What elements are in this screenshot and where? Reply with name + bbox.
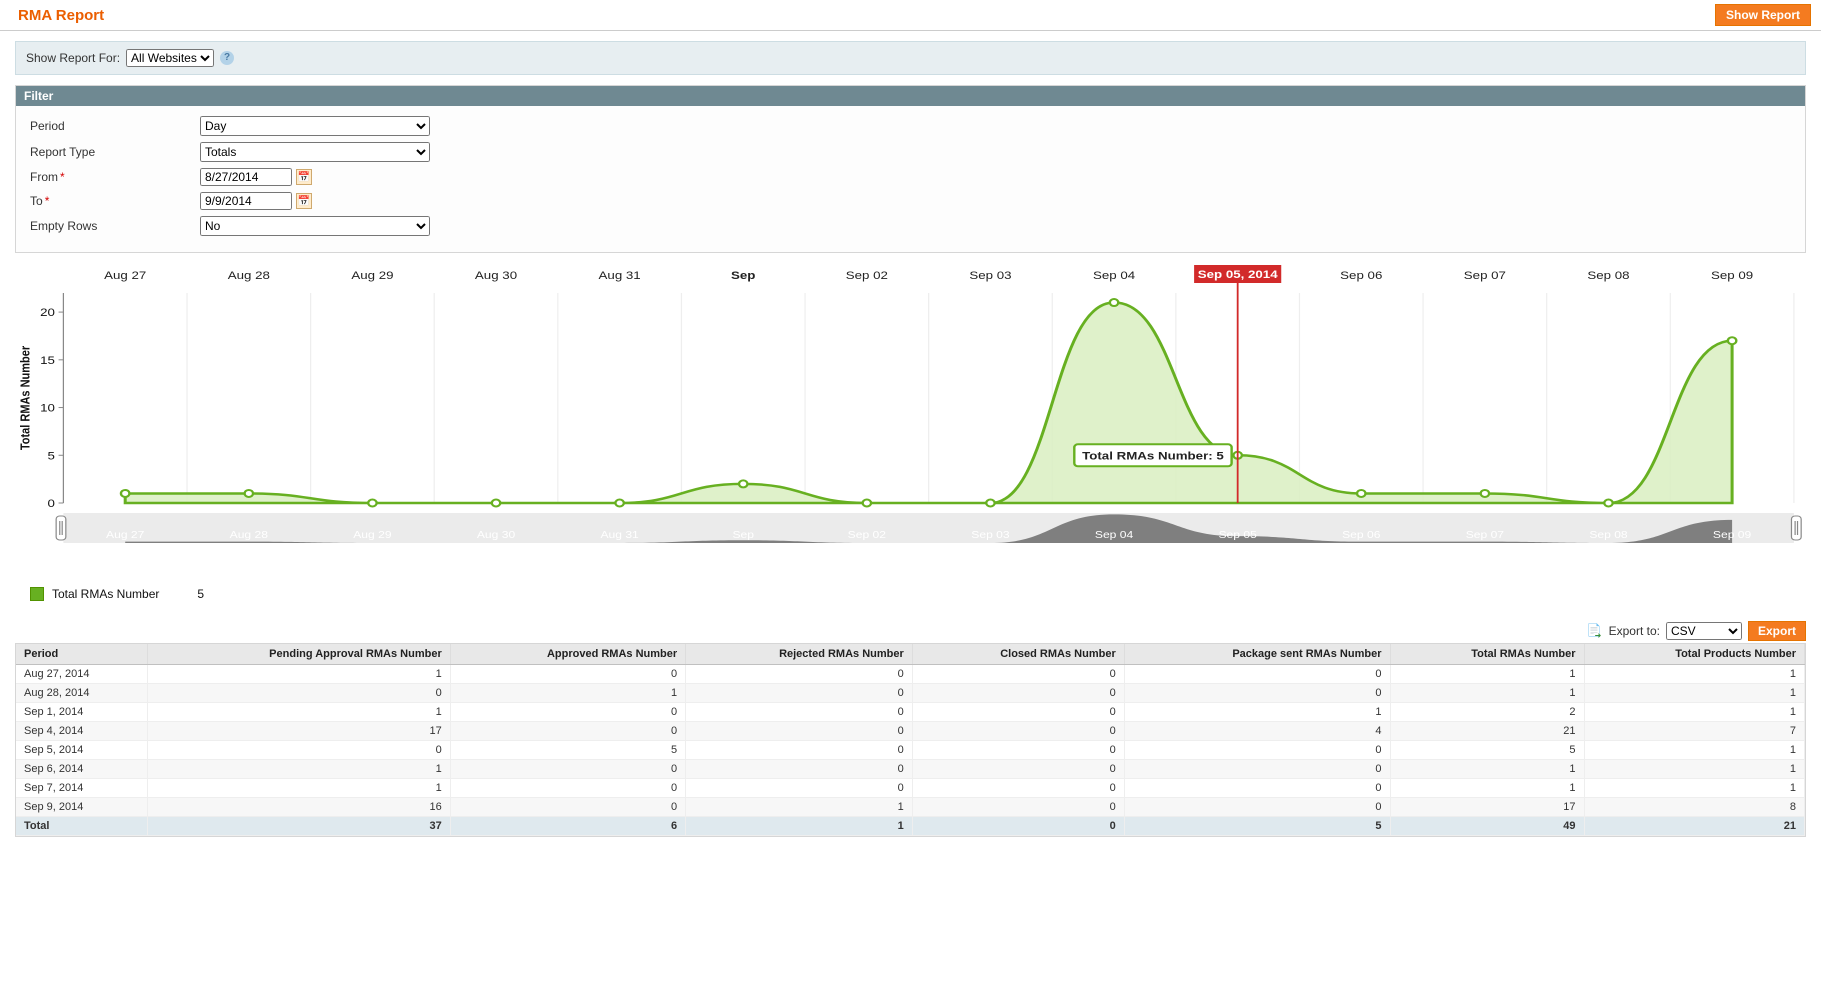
export-label: Export to:: [1609, 624, 1660, 638]
chart-x-label: Sep 04: [1093, 269, 1135, 282]
range-handle[interactable]: [56, 516, 66, 540]
table-header[interactable]: Period: [16, 644, 147, 665]
filter-panel: Filter Period Day Report Type Totals Fro…: [15, 85, 1806, 253]
export-select[interactable]: CSV: [1666, 622, 1742, 640]
data-table: PeriodPending Approval RMAs NumberApprov…: [16, 644, 1805, 836]
show-report-button[interactable]: Show Report: [1715, 4, 1811, 26]
chart-x-label: Sep: [731, 269, 755, 282]
chart-x-label: Aug 31: [599, 269, 641, 282]
chart-hover-badge: Sep 05, 2014: [1198, 268, 1278, 281]
from-label: From*: [30, 170, 200, 184]
svg-text:20: 20: [40, 306, 55, 319]
chart-x-label: Aug 27: [104, 269, 146, 282]
table-row[interactable]: Sep 4, 2014170004217: [16, 722, 1805, 741]
filter-header: Filter: [16, 86, 1805, 106]
empty-rows-select[interactable]: No: [200, 216, 430, 236]
chart-x-label: Sep 09: [1711, 269, 1753, 282]
report-type-label: Report Type: [30, 145, 200, 159]
chart-tooltip: Total RMAs Number: 5: [1082, 449, 1224, 462]
svg-text:Aug 31: Aug 31: [600, 530, 638, 541]
svg-text:5: 5: [48, 449, 56, 462]
legend-swatch: [30, 587, 44, 601]
title-bar: RMA Report Show Report: [0, 0, 1821, 31]
table-row[interactable]: Sep 1, 20141000121: [16, 703, 1805, 722]
page-title: RMA Report: [18, 7, 104, 24]
table-header[interactable]: Pending Approval RMAs Number: [147, 644, 450, 665]
scope-label: Show Report For:: [26, 51, 120, 65]
svg-text:Sep 03: Sep 03: [971, 530, 1009, 541]
table-row[interactable]: Aug 27, 20141000011: [16, 665, 1805, 684]
chart-x-label: Aug 30: [475, 269, 517, 282]
svg-text:Sep: Sep: [732, 530, 754, 541]
table-row[interactable]: Sep 7, 20141000011: [16, 779, 1805, 798]
svg-text:Aug 27: Aug 27: [106, 530, 144, 541]
scope-bar: Show Report For: All Websites ?: [15, 41, 1806, 75]
table-header[interactable]: Rejected RMAs Number: [686, 644, 913, 665]
svg-text:Sep 06: Sep 06: [1342, 530, 1380, 541]
table-row[interactable]: Sep 5, 20140500051: [16, 741, 1805, 760]
svg-text:15: 15: [40, 354, 55, 367]
table-totals-row: Total3761054921: [16, 817, 1805, 836]
period-select[interactable]: Day: [200, 116, 430, 136]
help-icon[interactable]: ?: [220, 51, 234, 65]
svg-text:Sep 05: Sep 05: [1218, 530, 1256, 541]
table-row[interactable]: Sep 6, 20141000011: [16, 760, 1805, 779]
chart-x-label: Sep 03: [969, 269, 1011, 282]
table-header[interactable]: Approved RMAs Number: [450, 644, 685, 665]
table-header[interactable]: Closed RMAs Number: [912, 644, 1124, 665]
chart-x-label: Aug 29: [351, 269, 393, 282]
export-button[interactable]: Export: [1748, 621, 1806, 641]
export-bar: Export to: CSV Export: [15, 621, 1806, 641]
from-input[interactable]: [200, 168, 292, 186]
legend-label: Total RMAs Number: [52, 587, 159, 601]
svg-text:10: 10: [40, 402, 55, 415]
table-row[interactable]: Aug 28, 20140100011: [16, 684, 1805, 703]
range-handle[interactable]: [1791, 516, 1801, 540]
chart-x-label: Aug 28: [228, 269, 270, 282]
svg-text:Aug 28: Aug 28: [230, 530, 268, 541]
table-header[interactable]: Package sent RMAs Number: [1124, 644, 1390, 665]
to-input[interactable]: [200, 192, 292, 210]
svg-text:0: 0: [48, 497, 56, 510]
calendar-icon[interactable]: 📅: [296, 193, 312, 209]
period-label: Period: [30, 119, 200, 133]
table-row[interactable]: Sep 9, 2014160100178: [16, 798, 1805, 817]
chart[interactable]: Aug 27 Aug 28 Aug 29 Aug 30 Aug 31 Sep Sep 02 S…: [15, 263, 1806, 573]
chart-y-axis-title: Total RMAs Number: [18, 346, 33, 450]
svg-text:Sep 02: Sep 02: [848, 530, 886, 541]
table-header[interactable]: Total Products Number: [1584, 644, 1804, 665]
scope-select[interactable]: All Websites: [126, 49, 214, 67]
svg-text:Aug 29: Aug 29: [353, 530, 391, 541]
chart-x-label: Sep 08: [1587, 269, 1629, 282]
chart-x-label: Sep 02: [846, 269, 888, 282]
table-header[interactable]: Total RMAs Number: [1390, 644, 1584, 665]
legend: Total RMAs Number 5: [30, 587, 1806, 601]
svg-text:Sep 09: Sep 09: [1713, 530, 1751, 541]
empty-rows-label: Empty Rows: [30, 219, 200, 233]
report-type-select[interactable]: Totals: [200, 142, 430, 162]
svg-text:Sep 07: Sep 07: [1466, 530, 1504, 541]
chart-x-label: Sep 06: [1340, 269, 1382, 282]
export-icon: [1587, 623, 1603, 639]
svg-text:Aug 30: Aug 30: [477, 530, 515, 541]
to-label: To*: [30, 194, 200, 208]
calendar-icon[interactable]: 📅: [296, 169, 312, 185]
chart-x-label: Sep 07: [1464, 269, 1506, 282]
legend-value: 5: [197, 587, 204, 601]
svg-text:Sep 08: Sep 08: [1589, 530, 1627, 541]
svg-text:Sep 04: Sep 04: [1095, 530, 1133, 541]
